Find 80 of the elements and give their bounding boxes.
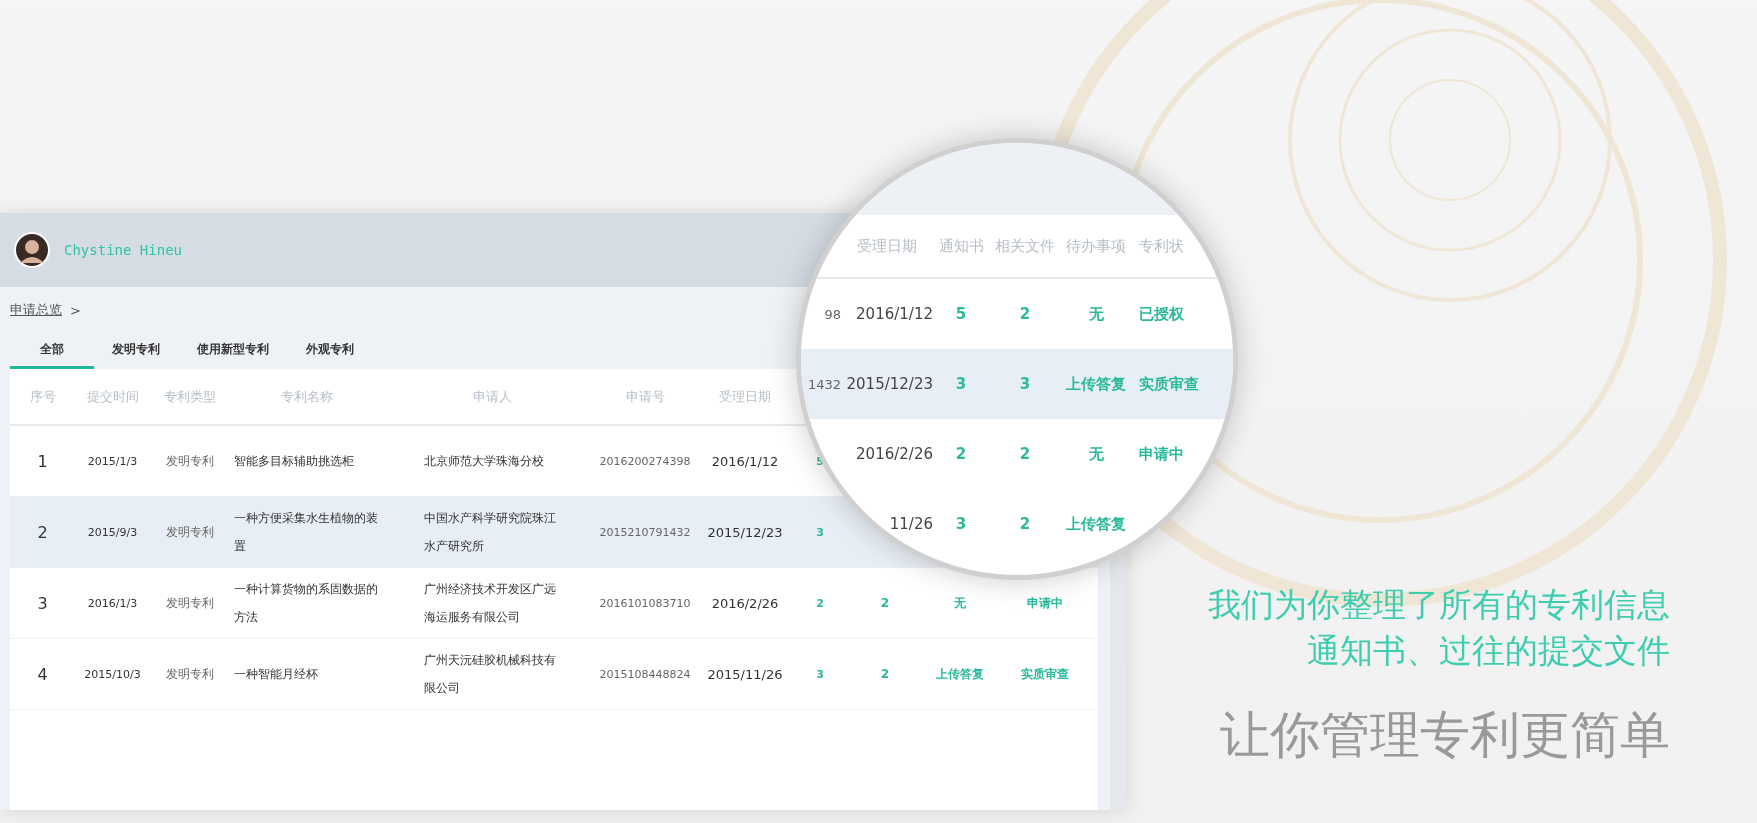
- table-cell-text: 2016/1/3: [86, 596, 139, 610]
- table-cell: 无: [1088, 304, 1104, 323]
- table-cell: 2: [880, 667, 890, 681]
- table-cell-text: 2015108448824: [598, 667, 692, 681]
- column-header: 待办事项: [1065, 236, 1127, 256]
- breadcrumb-link[interactable]: 申请总览: [10, 301, 62, 319]
- table-cell-text: 2016/2/26: [710, 595, 780, 611]
- table-cell-text: 11/26: [888, 515, 933, 533]
- table-cell: 无: [1088, 444, 1104, 463]
- table-cell-text: 2015/10/3: [83, 667, 142, 681]
- column-header: 受理日期: [718, 387, 772, 406]
- table-cell-text: 发明专利: [165, 665, 215, 683]
- column-header: 专利名称: [280, 387, 334, 406]
- table-cell: 2: [1019, 445, 1031, 463]
- column-header: 申请号: [624, 387, 666, 406]
- headline-text: 让你管理专利更简单: [1220, 705, 1670, 766]
- highlighted-row[interactable]: 1432 2015/12/23 3 3 上传答复 实质审查: [801, 349, 1233, 419]
- table-cell: 无: [954, 595, 966, 610]
- column-header: 序号: [28, 387, 57, 406]
- table-cell: 2: [1019, 305, 1031, 323]
- table-cell-text: 3: [36, 593, 49, 613]
- table-cell: 3: [1019, 375, 1031, 393]
- table-cell-text: 广州经济技术开发区广远海运服务有限公司: [423, 581, 557, 626]
- table-cell-text: 2016/1/12: [855, 305, 933, 323]
- table-cell-text: 智能多目标辅助挑选柜: [233, 453, 355, 470]
- table-cell-text: 2016200274398: [598, 454, 692, 468]
- table-cell: 实质审查: [1021, 666, 1069, 681]
- table-cell: 申请中: [1027, 595, 1063, 610]
- table-cell-text: 一种计算货物的系固数据的方法: [233, 581, 379, 626]
- avatar-icon: [14, 232, 50, 268]
- column-header: 专利类型: [163, 387, 217, 406]
- tab[interactable]: 外观专利: [288, 333, 372, 369]
- breadcrumb-separator: >: [70, 302, 81, 318]
- table-cell-text: 广州天沅硅胶机械科技有限公司: [423, 652, 557, 697]
- table-cell: 3: [955, 375, 967, 393]
- tagline-text: 我们为你整理了所有的专利信息: [1208, 584, 1670, 626]
- column-header: 提交时间: [85, 387, 140, 406]
- table-cell: 2: [1019, 515, 1031, 533]
- table-cell: 2: [880, 596, 890, 610]
- table-cell: 申请中: [1139, 444, 1184, 463]
- table-cell-text: 发明专利: [165, 594, 215, 612]
- table-cell-text: 2015/9/3: [86, 525, 139, 539]
- table-cell-text: 发明专利: [165, 452, 215, 470]
- table-cell-text: 2016/2/26: [855, 445, 933, 463]
- table-cell-text: 发明专利: [165, 523, 215, 541]
- table-cell: 上传答复: [1066, 374, 1126, 393]
- user-name: Chystine Hineu: [64, 242, 182, 258]
- table-cell-text: 2: [36, 522, 49, 542]
- table-cell-text: 2016/1/12: [710, 453, 780, 469]
- table-cell-text: 中国水产科学研究院珠江水产研究所: [423, 510, 557, 555]
- table-cell: 1432: [807, 376, 841, 392]
- table-cell: 2: [816, 596, 824, 610]
- table-cell-text: 2016101083710: [598, 596, 692, 610]
- table-cell: 98: [824, 306, 841, 322]
- column-header: 通知书: [937, 236, 985, 256]
- table-cell: 3: [816, 667, 824, 681]
- table-cell-text: 一种方便采集水生植物的装置: [233, 510, 379, 555]
- tab[interactable]: 使用新型专利: [178, 333, 288, 369]
- table-cell-text: 2015/12/23: [845, 375, 933, 393]
- table-cell-text: 2015/1/3: [86, 454, 139, 468]
- table-cell: 实质审查: [1139, 374, 1199, 393]
- table-cell: 3: [955, 515, 967, 533]
- column-header: 受理日期: [856, 236, 918, 256]
- column-header: 申请人: [471, 387, 513, 406]
- table-cell: 3: [816, 525, 824, 539]
- table-cell-text: 一种智能月经杯: [233, 666, 319, 683]
- tagline-text: 通知书、过往的提交文件: [1307, 630, 1670, 672]
- table-cell-text: 4: [36, 664, 49, 684]
- table-cell-text: 2015/12/23: [706, 524, 784, 540]
- column-header: 相关文件: [994, 236, 1056, 256]
- table-cell: 5: [955, 305, 967, 323]
- tab[interactable]: 发明专利: [94, 333, 178, 369]
- table-cell-text: 2015210791432: [598, 525, 692, 539]
- table-cell: 上传答复: [936, 666, 984, 681]
- table-cell-text: 北京师范大学珠海分校: [423, 453, 545, 470]
- table-cell-text: 1: [36, 451, 49, 471]
- table-cell-text: 2015/11/26: [706, 666, 784, 682]
- table-cell: 已授权: [1139, 304, 1184, 323]
- column-header: 专利状: [1138, 236, 1185, 256]
- table-cell: 2: [955, 445, 967, 463]
